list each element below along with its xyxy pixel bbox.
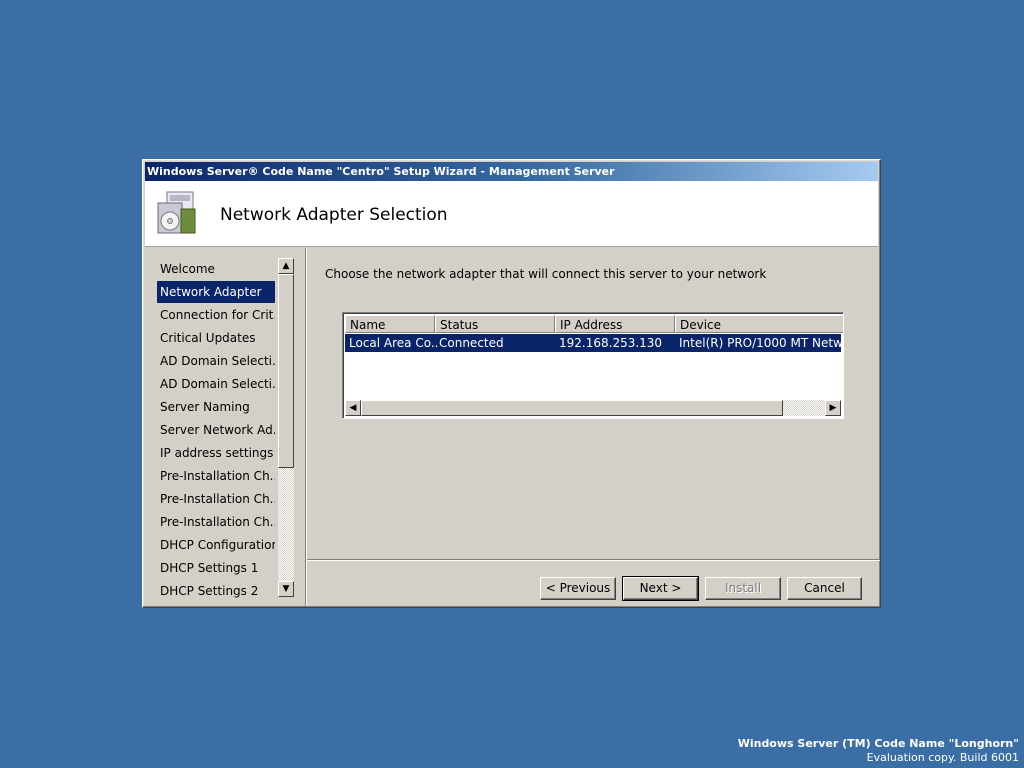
nav-item-dhcp-settings-1[interactable]: DHCP Settings 1 xyxy=(157,557,275,579)
window-title[interactable]: Windows Server® Code Name "Centro" Setup… xyxy=(145,162,878,181)
adapter-device-cell: Intel(R) PRO/1000 MT Network xyxy=(679,336,844,350)
column-header-status[interactable]: Status xyxy=(435,315,555,333)
nav-item-dhcp-settings-2[interactable]: DHCP Settings 2 xyxy=(157,580,275,602)
nav-item-server-naming[interactable]: Server Naming xyxy=(157,396,275,418)
scroll-up-icon[interactable]: ▲ xyxy=(278,258,294,274)
nav-scroll-thumb[interactable] xyxy=(278,274,294,468)
column-header-ip-address[interactable]: IP Address xyxy=(555,315,675,333)
nav-item-preinstall-2[interactable]: Pre-Installation Ch... xyxy=(157,488,275,510)
nav-item-ad-domain-2[interactable]: AD Domain Selecti... xyxy=(157,373,275,395)
adapter-list[interactable]: Name Status IP Address Device Local Area… xyxy=(342,312,844,419)
instruction-text: Choose the network adapter that will con… xyxy=(325,267,767,281)
install-button[interactable]: Install xyxy=(705,577,781,600)
nav-scrollbar[interactable]: ▲ ▼ xyxy=(278,258,294,597)
table-row[interactable]: Local Area Co... Connected 192.168.253.1… xyxy=(345,334,844,352)
scroll-left-icon[interactable]: ◀ xyxy=(345,400,361,416)
column-header-name[interactable]: Name xyxy=(345,315,435,333)
build-watermark: Windows Server (TM) Code Name "Longhorn"… xyxy=(738,737,1019,765)
setup-wizard-dialog: Windows Server® Code Name "Centro" Setup… xyxy=(142,159,881,608)
column-header-device[interactable]: Device xyxy=(675,315,843,333)
scroll-right-icon[interactable]: ▶ xyxy=(825,400,841,416)
button-area-divider xyxy=(307,559,880,561)
cancel-button[interactable]: Cancel xyxy=(787,577,862,600)
nav-item-preinstall-1[interactable]: Pre-Installation Ch... xyxy=(157,465,275,487)
previous-button[interactable]: < Previous xyxy=(540,577,616,600)
nav-item-ad-domain-1[interactable]: AD Domain Selecti... xyxy=(157,350,275,372)
nav-item-ip-address-settings[interactable]: IP address settings xyxy=(157,442,275,464)
nav-item-welcome[interactable]: Welcome xyxy=(157,258,275,280)
adapter-ip-cell: 192.168.253.130 xyxy=(559,336,663,350)
adapter-status-cell: Connected xyxy=(439,336,504,350)
scroll-down-icon[interactable]: ▼ xyxy=(278,581,294,597)
nav-item-preinstall-3[interactable]: Pre-Installation Ch... xyxy=(157,511,275,533)
adapter-name-cell: Local Area Co... xyxy=(349,336,439,350)
wizard-header: Network Adapter Selection xyxy=(145,181,878,247)
wizard-content: Choose the network adapter that will con… xyxy=(307,248,880,558)
page-title: Network Adapter Selection xyxy=(220,205,448,225)
adapter-list-header: Name Status IP Address Device xyxy=(345,315,843,333)
nav-item-connection-critical[interactable]: Connection for Crit... xyxy=(157,304,275,326)
nav-item-critical-updates[interactable]: Critical Updates xyxy=(157,327,275,349)
watermark-build: Evaluation copy. Build 6001 xyxy=(866,751,1019,764)
next-button[interactable]: Next > xyxy=(622,576,699,601)
nav-item-server-network-adapter[interactable]: Server Network Ad... xyxy=(157,419,275,441)
setup-box-icon xyxy=(153,189,203,239)
adapter-list-scroll-thumb[interactable] xyxy=(361,400,783,416)
adapter-list-hscrollbar[interactable]: ◀ ▶ xyxy=(345,400,841,416)
wizard-step-list: Welcome Network Adapter Connection for C… xyxy=(145,248,304,606)
nav-item-dhcp-configuration[interactable]: DHCP Configuration xyxy=(157,534,275,556)
watermark-product: Windows Server (TM) Code Name "Longhorn" xyxy=(737,737,1019,750)
nav-item-network-adapter[interactable]: Network Adapter xyxy=(157,281,275,303)
